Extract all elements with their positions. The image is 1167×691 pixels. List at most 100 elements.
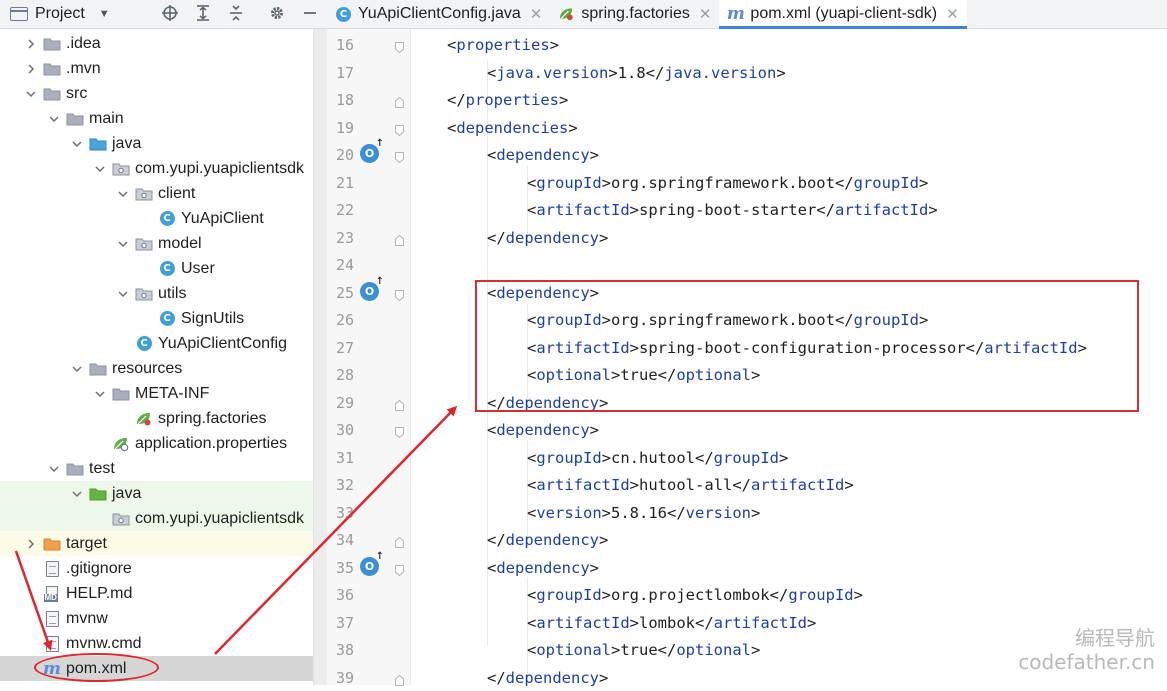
fold-marker-icon[interactable]	[395, 535, 404, 548]
chevron-down-icon[interactable]	[115, 236, 131, 252]
line-number: 26	[335, 311, 354, 329]
gitignore-file-icon	[43, 560, 61, 578]
tab-label: spring.factories	[581, 5, 690, 22]
expand-all-icon[interactable]	[193, 4, 213, 24]
fold-marker-icon[interactable]	[395, 40, 404, 54]
chevron-down-icon[interactable]	[69, 361, 85, 377]
tree-item[interactable]: META-INF	[0, 381, 313, 406]
tab-yuapiclientconfig[interactable]: C YuApiClientConfig.java ✕	[327, 0, 550, 28]
tree-item[interactable]: .gitignore	[0, 556, 313, 581]
tree-item-label: test	[89, 459, 115, 477]
tree-item[interactable]: application.properties	[0, 431, 313, 456]
tree-item[interactable]: MD HELP.md	[0, 581, 313, 606]
fold-marker-icon[interactable]	[395, 95, 404, 108]
gear-icon[interactable]	[267, 4, 287, 24]
tree-item[interactable]: com.yupi.yuapiclientsdk	[0, 506, 313, 531]
tree-item-label: model	[158, 234, 202, 252]
xml-text: <	[527, 503, 537, 522]
xml-tag-name: dependency	[496, 146, 590, 164]
xml-tag-name: artifactId	[834, 201, 929, 219]
close-icon[interactable]: ✕	[699, 5, 712, 23]
tree-item[interactable]: C YuApiClient	[0, 206, 313, 231]
tree-item[interactable]: .mvn	[0, 56, 313, 81]
code-line: </properties>	[447, 90, 568, 110]
xml-tag-name: java.version	[496, 63, 609, 82]
code-line: <groupId>cn.hutool</groupId>	[527, 448, 788, 468]
xml-text: >spring-boot-starter</	[629, 201, 835, 219]
fold-marker-icon[interactable]	[395, 288, 404, 301]
tree-item[interactable]: test	[0, 456, 313, 481]
code-line: <version>5.8.16</version>	[527, 503, 760, 523]
tree-item-label: com.yupi.yuapiclientsdk	[135, 509, 304, 527]
code-line: <dependency>	[487, 558, 599, 578]
tree-item[interactable]: C YuApiClientConfig	[0, 331, 313, 356]
chevron-right-icon[interactable]	[23, 536, 39, 552]
fold-marker-icon[interactable]	[395, 425, 404, 439]
line-number: 25	[335, 283, 354, 302]
tree-item[interactable]: resources	[0, 356, 313, 381]
tree-item[interactable]: C SignUtils	[0, 306, 313, 331]
project-panel-title[interactable]: Project	[35, 5, 85, 23]
tree-item[interactable]: spring.factories	[0, 406, 313, 431]
fold-marker-icon[interactable]	[395, 123, 404, 136]
chevron-right-icon[interactable]	[23, 36, 39, 52]
chevron-down-icon[interactable]	[23, 86, 39, 102]
code-line: </dependency>	[487, 228, 608, 248]
xml-tag-name: dependency	[505, 531, 599, 549]
text-file-icon	[43, 635, 61, 653]
tree-scrollbar[interactable]	[313, 29, 327, 685]
chevron-down-icon[interactable]	[69, 136, 85, 152]
dependency-gutter-icon[interactable]: O	[360, 139, 384, 163]
line-number: 37	[335, 613, 354, 632]
chevron-down-icon[interactable]	[69, 486, 85, 502]
tab-spring-factories[interactable]: spring.factories ✕	[550, 0, 719, 28]
chevron-down-icon[interactable]: ▼	[99, 8, 110, 20]
chevron-down-icon[interactable]	[46, 111, 62, 127]
fold-marker-icon[interactable]	[395, 563, 404, 576]
folder-icon	[112, 385, 130, 403]
chevron-down-icon[interactable]	[115, 186, 131, 202]
tree-item[interactable]: mvnw.cmd	[0, 631, 313, 656]
tree-item[interactable]: model	[0, 231, 313, 256]
tree-item[interactable]: .idea	[0, 31, 313, 56]
collapse-all-icon[interactable]	[226, 4, 246, 24]
tab-pom-xml[interactable]: m pom.xml (yuapi-client-sdk) ✕	[719, 0, 968, 29]
tree-item[interactable]: mvnw	[0, 606, 313, 631]
xml-tag-name: artifactId	[536, 476, 630, 494]
tree-item[interactable]: client	[0, 181, 313, 206]
fold-marker-icon[interactable]	[395, 233, 404, 246]
chevron-down-icon[interactable]	[92, 386, 108, 402]
xml-text: >org.springframework.boot</	[601, 173, 854, 192]
project-view-icon	[10, 7, 28, 21]
tree-item[interactable]: utils	[0, 281, 313, 306]
close-icon[interactable]: ✕	[946, 5, 959, 23]
hide-icon[interactable]	[300, 4, 320, 24]
chevron-down-icon[interactable]	[115, 286, 131, 302]
xml-text: </	[487, 531, 506, 549]
xml-text: >	[559, 91, 569, 109]
tree-item-label: YuApiClient	[181, 209, 264, 227]
dependency-gutter-icon[interactable]: O	[360, 277, 384, 301]
close-icon[interactable]: ✕	[530, 5, 543, 23]
tree-item[interactable]: target	[0, 531, 313, 556]
tree-item[interactable]: C User	[0, 256, 313, 281]
fold-marker-icon[interactable]	[395, 673, 404, 686]
dependency-gutter-icon[interactable]: O	[360, 552, 384, 576]
xml-tag-name: groupId	[536, 448, 602, 467]
tree-item[interactable]: java	[0, 481, 313, 506]
chevron-down-icon[interactable]	[92, 161, 108, 177]
tree-item[interactable]: com.yupi.yuapiclientsdk	[0, 156, 313, 181]
tree-item[interactable]: main	[0, 106, 313, 131]
tree-item[interactable]: java	[0, 131, 313, 156]
tree-item-label: utils	[158, 284, 187, 302]
line-number: 33	[335, 503, 354, 522]
locate-icon[interactable]	[160, 4, 180, 24]
xml-text: >	[853, 586, 863, 604]
fold-marker-icon[interactable]	[395, 398, 404, 411]
xml-text: <	[527, 613, 537, 632]
chevron-right-icon[interactable]	[23, 61, 39, 77]
chevron-down-icon[interactable]	[46, 461, 62, 477]
fold-marker-icon[interactable]	[395, 150, 404, 164]
tree-item[interactable]: src	[0, 81, 313, 106]
xml-text: >5.8.16</	[601, 503, 686, 522]
